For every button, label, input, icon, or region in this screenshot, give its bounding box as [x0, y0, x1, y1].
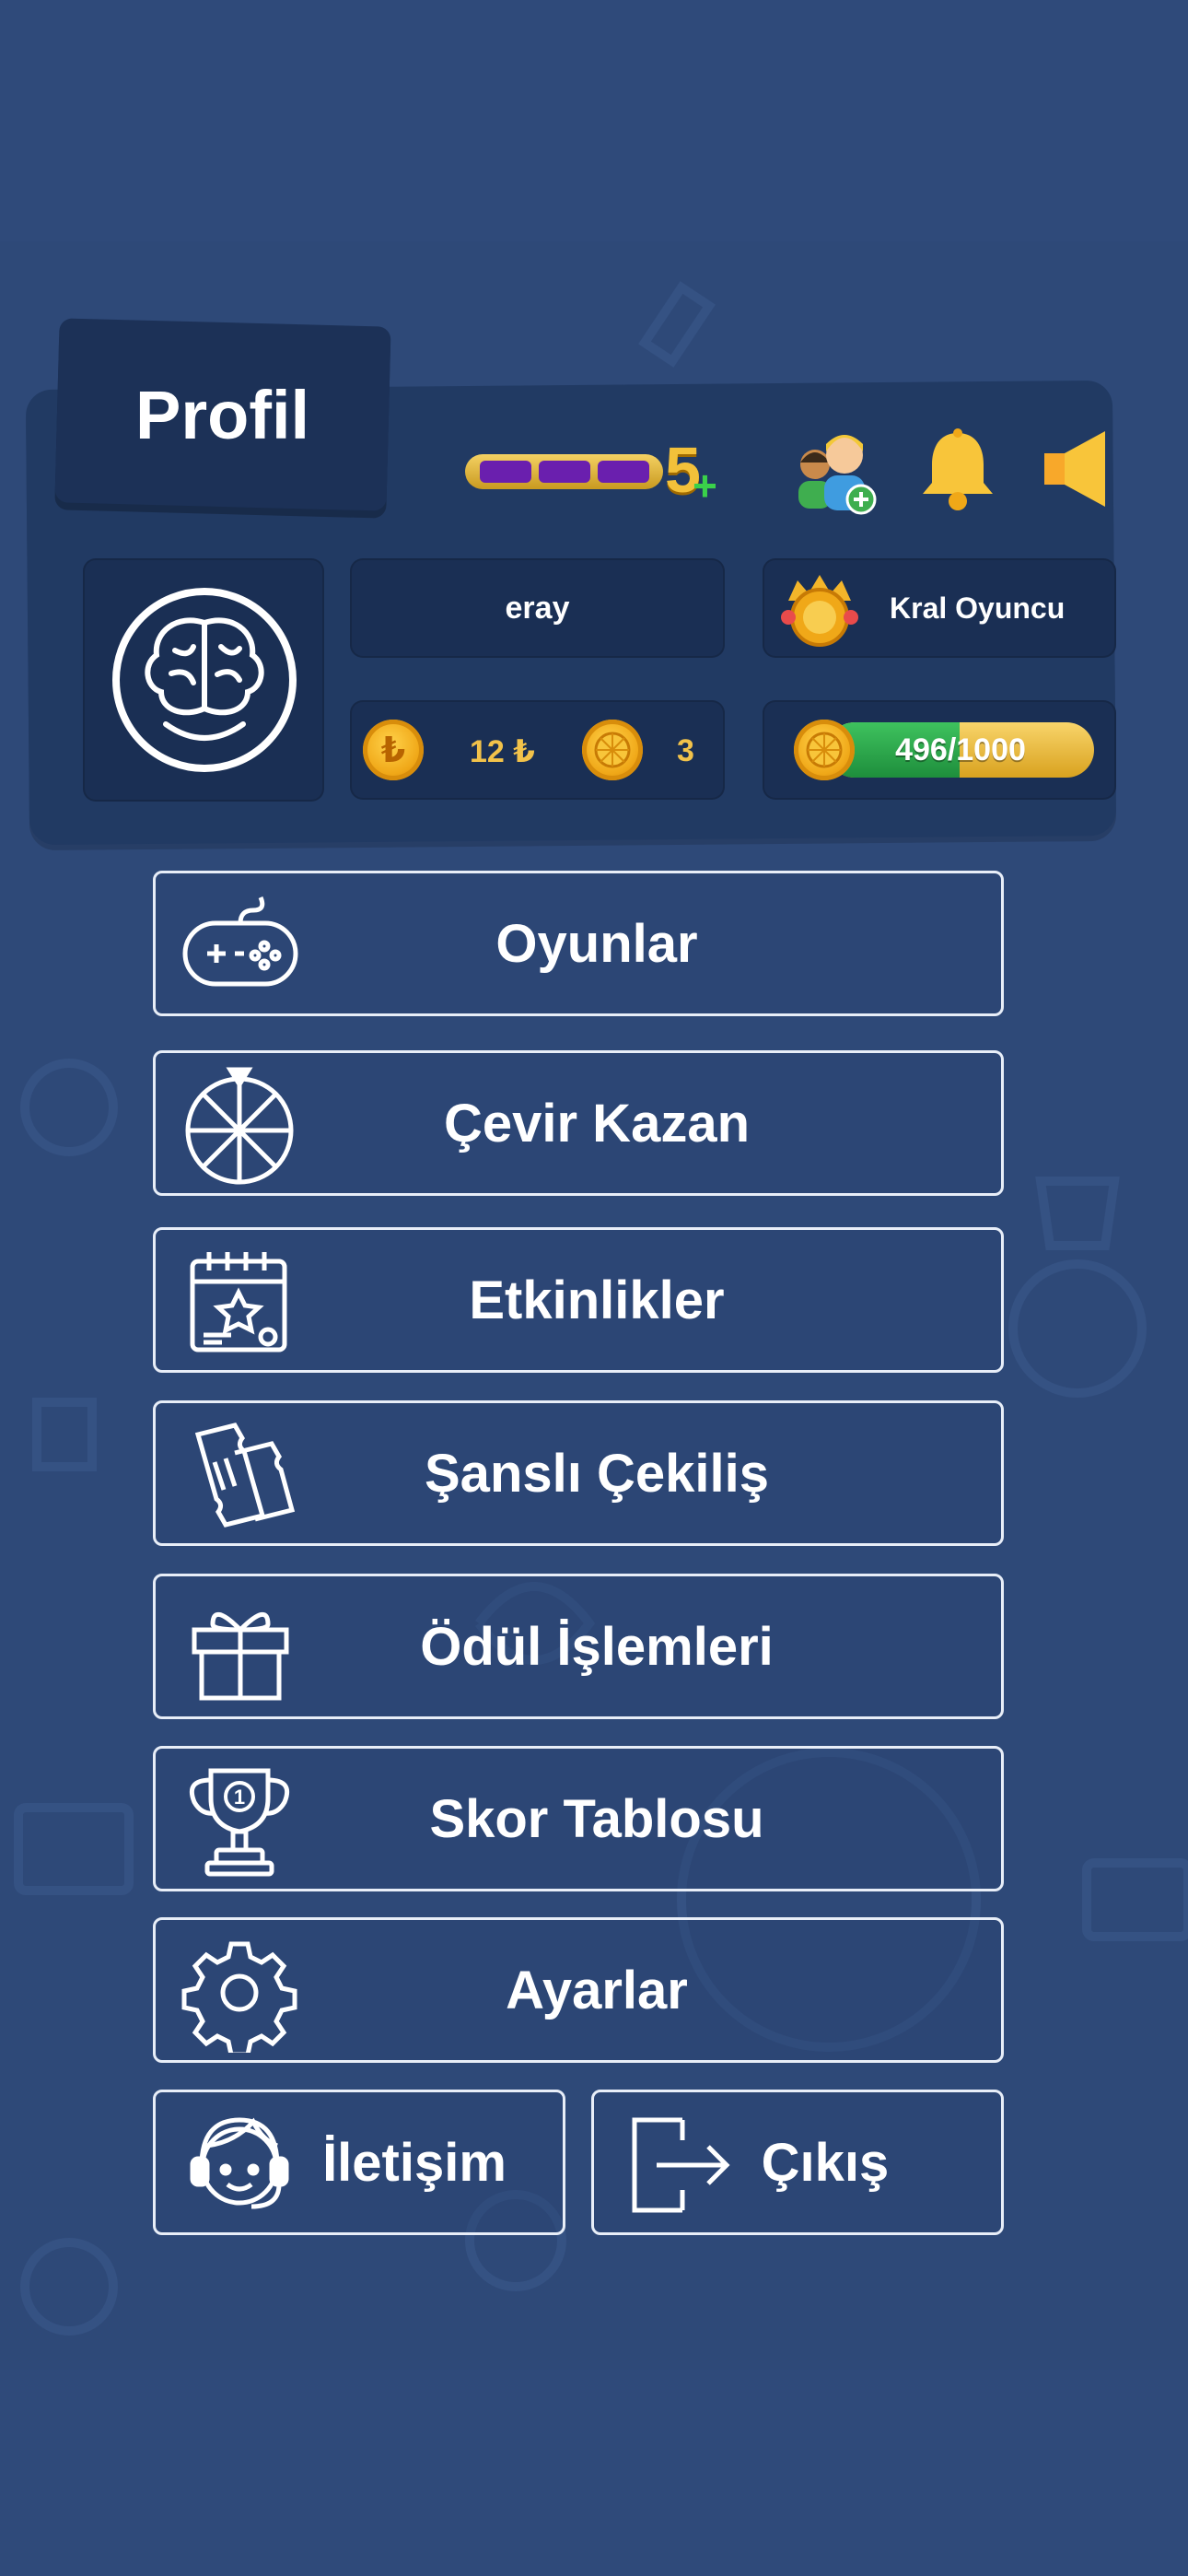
leaderboard-label: Skor Tablosu: [429, 1788, 764, 1849]
events-button[interactable]: Etkinlikler: [153, 1227, 1004, 1373]
lucky-draw-label: Şanslı Çekiliş: [425, 1443, 769, 1504]
level-plus: +: [693, 462, 717, 509]
tickets-icon: [194, 1423, 296, 1528]
gift-icon: [192, 1612, 289, 1701]
games-button[interactable]: Oyunlar: [153, 871, 1004, 1016]
page-title-tab: Profil: [54, 318, 391, 511]
xp-field: 496/1000: [763, 700, 1116, 800]
gamepad-icon: [182, 896, 298, 987]
rewards-label: Ödül İşlemleri: [420, 1616, 774, 1677]
currency-field: ₺ 12 ₺ 3: [350, 700, 725, 800]
trophy-icon: 1: [189, 1768, 290, 1877]
level-segment: [597, 461, 649, 483]
level-segment: [538, 461, 590, 483]
calendar-star-icon: [190, 1252, 287, 1352]
contact-button[interactable]: İletişim: [153, 2090, 565, 2235]
level-progress-bar: [465, 454, 663, 489]
spin-win-button[interactable]: Çevir Kazan: [153, 1050, 1004, 1196]
orange-token-icon: [582, 720, 643, 780]
rank-title-field: Kral Oyuncu: [763, 558, 1116, 658]
lira-coin-icon: ₺: [363, 720, 424, 780]
level-segment: [479, 461, 531, 483]
bell-icon[interactable]: [916, 426, 999, 513]
lira-amount: 12 ₺: [470, 734, 535, 769]
xp-progress-bar: 496/1000: [827, 722, 1094, 778]
avatar-frame: [83, 558, 324, 802]
rank-title: Kral Oyuncu: [890, 591, 1066, 625]
token-amount: 3: [677, 733, 694, 768]
settings-button[interactable]: Ayarlar: [153, 1917, 1004, 2063]
xp-text: 496/1000: [895, 732, 1026, 767]
lucky-draw-button[interactable]: Şanslı Çekiliş: [153, 1400, 1004, 1546]
sound-icon[interactable]: [1041, 429, 1114, 508]
username-field: eray: [350, 558, 725, 658]
logout-button[interactable]: Çıkış: [591, 2090, 1004, 2235]
friends-add-icon[interactable]: [787, 426, 879, 518]
wheel-icon: [185, 1067, 294, 1185]
orange-token-icon: [794, 720, 855, 780]
page-title: Profil: [135, 376, 310, 453]
svg-text:1: 1: [234, 1786, 245, 1809]
username: eray: [505, 590, 570, 626]
gear-icon: [181, 1941, 297, 2053]
settings-label: Ayarlar: [506, 1960, 688, 2020]
leaderboard-button[interactable]: 1 Skor Tablosu: [153, 1746, 1004, 1891]
logout-icon: [632, 2117, 730, 2213]
crown-badge-icon: [781, 575, 858, 647]
games-label: Oyunlar: [495, 913, 698, 974]
brain-icon: [112, 588, 297, 772]
support-headset-icon: [190, 2117, 289, 2209]
spin-win-label: Çevir Kazan: [443, 1093, 751, 1153]
rewards-button[interactable]: Ödül İşlemleri: [153, 1574, 1004, 1719]
events-label: Etkinlikler: [469, 1270, 725, 1330]
lira-coin-symbol: ₺: [380, 731, 406, 770]
